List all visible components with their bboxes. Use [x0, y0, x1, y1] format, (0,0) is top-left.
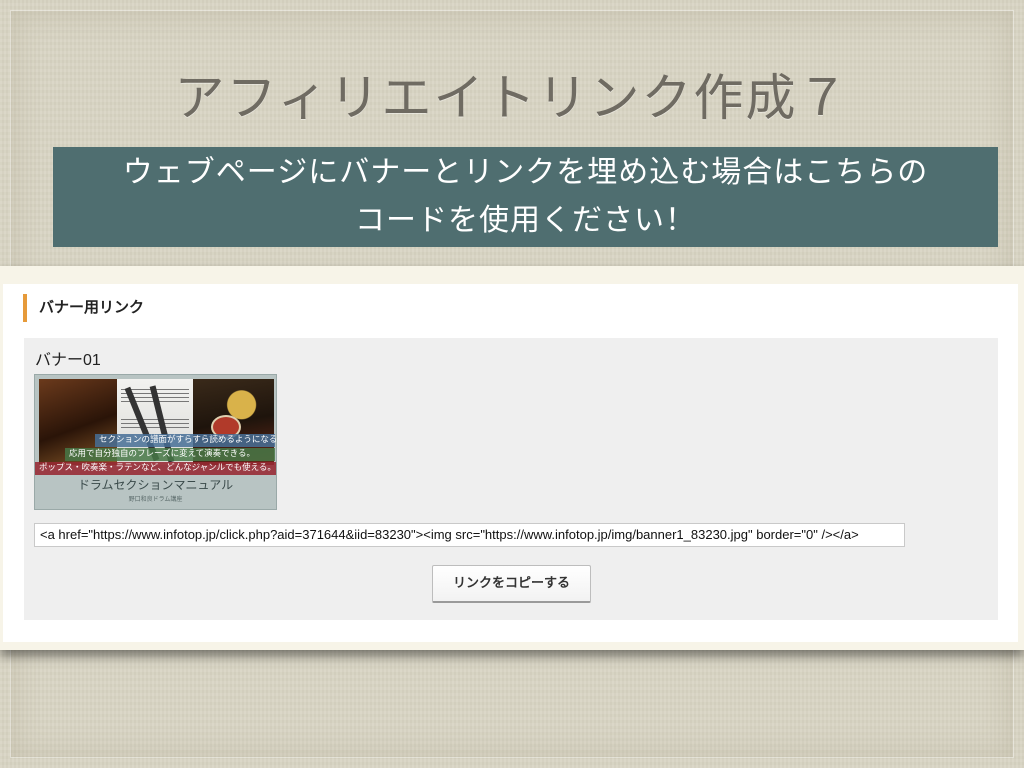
instruction-line-1: ウェブページにバナーとリンクを埋め込む場合はこちらの [122, 155, 929, 190]
banner-label: バナー01 [35, 352, 101, 369]
banner-caption-1: セクションの譜面がすらすら読めるようになる。 [95, 434, 276, 447]
banner-caption-2: 応用で自分独自のフレーズに変えて演奏できる。 [65, 448, 275, 461]
staff-line [121, 427, 189, 428]
slide-title: アフィリエイトリンク作成７ [174, 69, 850, 127]
screenshot-page: バナー用リンク バナー01 セクションの譜面がすらすら読めるようになる。 応用で… [3, 284, 1018, 642]
copy-link-button[interactable]: リンクをコピーする [432, 565, 591, 603]
banner-image[interactable]: セクションの譜面がすらすら読めるようになる。 応用で自分独自のフレーズに変えて演… [34, 374, 277, 510]
embedded-screenshot: バナー用リンク バナー01 セクションの譜面がすらすら読めるようになる。 応用で… [0, 266, 1024, 650]
staff-line [121, 423, 189, 424]
embed-code-field[interactable]: <a href="https://www.infotop.jp/click.ph… [34, 523, 905, 547]
slide-background: アフィリエイトリンク作成７ ウェブページにバナーとリンクを埋め込む場合はこちらの… [0, 0, 1024, 768]
banner-product-subtitle: 野口和良ドラム講座 [128, 496, 183, 503]
instruction-line-2: コードを使用ください！ [355, 203, 696, 238]
staff-line [121, 419, 189, 420]
section-heading: バナー用リンク [23, 294, 144, 322]
banner-caption-3: ポップス・吹奏楽・ラテンなど、どんなジャンルでも使える。 [35, 462, 276, 475]
banner-panel: バナー01 セクションの譜面がすらすら読めるようになる。 応用で自分独自のフレー… [24, 338, 998, 620]
banner-product-title: ドラムセクションマニュアル [77, 478, 234, 492]
instruction-banner: ウェブページにバナーとリンクを埋め込む場合はこちらの コードを使用ください！ [53, 147, 998, 247]
